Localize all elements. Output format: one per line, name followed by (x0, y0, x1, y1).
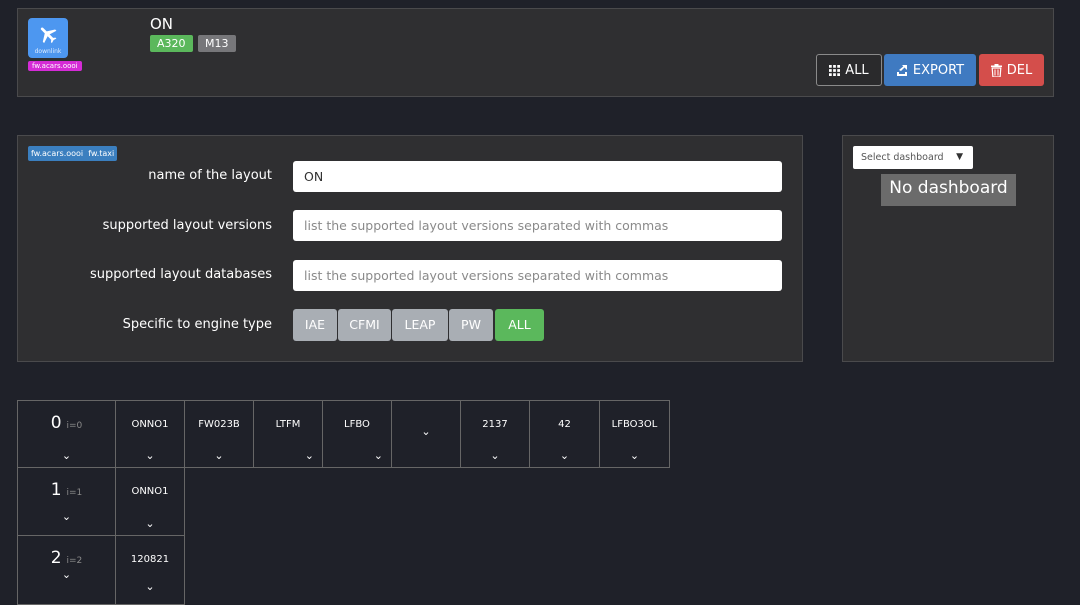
row-index: 2 (50, 548, 62, 568)
chevron-down-icon[interactable]: ⌄ (630, 449, 639, 462)
chevron-down-icon[interactable]: ⌄ (62, 449, 71, 462)
grid-cell[interactable]: ONNO1 ⌄ (115, 467, 185, 536)
row-index-sub: i=1 (66, 488, 83, 498)
row-index: 0 (50, 413, 62, 433)
grid-cell[interactable]: LFBO ⌄ (322, 400, 392, 468)
app-icon: downlink (28, 18, 68, 58)
row-index: 1 (50, 480, 62, 500)
chevron-down-icon[interactable]: ⌄ (145, 449, 154, 462)
chevron-down-icon[interactable]: ⌄ (305, 449, 314, 462)
engine-option-all[interactable]: ALL (495, 309, 544, 341)
model-badge: M13 (198, 35, 236, 52)
dashboard-select[interactable]: Select dashboard ▼ (853, 146, 973, 169)
trash-icon (990, 63, 1002, 77)
row-index-sub: i=0 (66, 421, 83, 431)
grid-cell-label: 2137 (482, 419, 508, 430)
chevron-down-icon[interactable]: ⌄ (145, 517, 154, 530)
chevron-down-icon[interactable]: ⌄ (490, 449, 499, 462)
row-index-sub: i=2 (66, 556, 83, 566)
grid-cell-label: LFBO3OL (611, 419, 658, 430)
databases-input[interactable] (293, 260, 782, 291)
layout-tags: fw.acars.oooi fw.taxi (28, 146, 118, 161)
grid-cell[interactable]: LTFM ⌄ (253, 400, 323, 468)
engine-option-pw[interactable]: PW (449, 309, 493, 341)
row-header-0[interactable]: 0 i=0 ⌄ (17, 400, 116, 468)
grid-cell-label: 42 (558, 419, 571, 430)
all-button-label: ALL (845, 62, 869, 78)
chevron-down-icon[interactable]: ⌄ (421, 425, 430, 438)
layout-form-panel: fw.acars.oooi fw.taxi name of the layout… (17, 135, 803, 362)
grid-cell-label: LTFM (275, 419, 301, 430)
no-dashboard-message: No dashboard (881, 174, 1016, 206)
grid-cell-label: FW023B (198, 419, 240, 430)
airplane-icon (40, 27, 57, 44)
page-title: ON (150, 15, 174, 33)
row-header-2[interactable]: 2 i=2 ⌄ (17, 535, 116, 605)
caret-down-icon: ▼ (956, 152, 963, 162)
export-button-label: EXPORT (912, 62, 965, 78)
grid-cell[interactable]: 120821 ⌄ (115, 535, 185, 605)
app-tag: fw.acars.oooi (28, 61, 82, 71)
grid-cell[interactable]: ONNO1 ⌄ (115, 400, 185, 468)
chevron-down-icon[interactable]: ⌄ (62, 510, 71, 523)
grid-cell-label: ONNO1 (131, 419, 169, 430)
delete-button-label: DEL (1006, 62, 1033, 78)
dashboard-panel: Select dashboard ▼ No dashboard (842, 135, 1054, 362)
grid-icon (829, 64, 841, 76)
grid-cell[interactable]: 42 ⌄ (529, 400, 600, 468)
databases-label: supported layout databases (89, 267, 272, 282)
engine-label: Specific to engine type (122, 317, 272, 332)
engine-option-cfmi[interactable]: CFMI (338, 309, 391, 341)
chevron-down-icon[interactable]: ⌄ (214, 449, 223, 462)
name-label: name of the layout (148, 168, 272, 183)
chevron-down-icon[interactable]: ⌄ (374, 449, 383, 462)
engine-option-iae[interactable]: IAE (293, 309, 337, 341)
app-icon-label: downlink (34, 48, 62, 55)
chevron-down-icon[interactable]: ⌄ (145, 580, 154, 593)
layout-name-input[interactable] (293, 161, 782, 192)
all-button[interactable]: ALL (816, 54, 882, 86)
grid-cell-label: LFBO (344, 419, 370, 430)
export-button[interactable]: EXPORT (884, 54, 976, 86)
grid-cell[interactable]: FW023B ⌄ (184, 400, 254, 468)
engine-option-leap[interactable]: LEAP (392, 309, 448, 341)
chevron-down-icon[interactable]: ⌄ (62, 568, 71, 581)
chevron-down-icon[interactable]: ⌄ (560, 449, 569, 462)
row-header-1[interactable]: 1 i=1 ⌄ (17, 467, 116, 536)
grid-cell[interactable]: ⌄ (391, 400, 461, 468)
grid-cell-label: ONNO1 (131, 486, 169, 497)
dashboard-select-label: Select dashboard (861, 152, 944, 163)
delete-button[interactable]: DEL (979, 54, 1044, 86)
export-icon (896, 65, 907, 76)
grid-cell-label: 120821 (130, 554, 170, 565)
aircraft-badge: A320 (150, 35, 193, 52)
versions-label: supported layout versions (102, 218, 272, 233)
grid-cell[interactable]: LFBO3OL ⌄ (599, 400, 670, 468)
header-panel: downlink fw.acars.oooi ON A320 M13 ALL E… (17, 8, 1054, 97)
grid-cell[interactable]: 2137 ⌄ (460, 400, 530, 468)
versions-input[interactable] (293, 210, 782, 241)
